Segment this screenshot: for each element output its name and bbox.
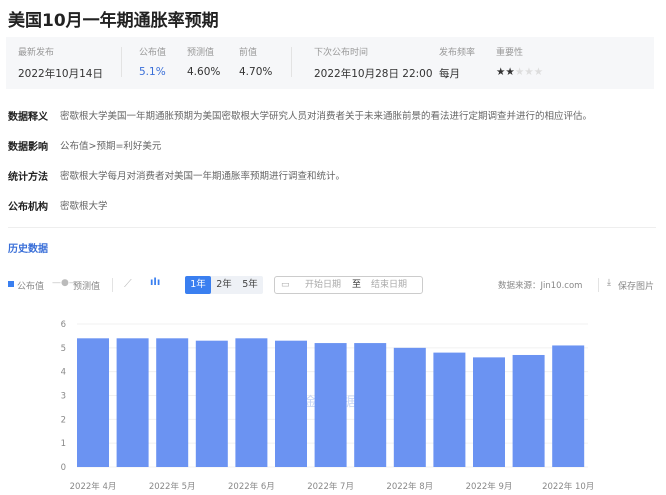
y-tick-label: 3 <box>61 392 66 402</box>
divider <box>291 47 292 77</box>
star-icon: ★ <box>524 66 534 78</box>
divider <box>598 278 599 292</box>
legend-actual-swatch-icon <box>8 281 14 287</box>
y-tick-label: 4 <box>61 368 66 378</box>
importance-stars: ★★★★★ <box>496 66 543 78</box>
info-key: 公布机构 <box>8 202 48 213</box>
end-date[interactable]: 结束日期 <box>371 277 407 293</box>
y-tick-label: 2 <box>61 415 66 425</box>
range-2y-button[interactable]: 2年 <box>211 276 237 294</box>
bar[interactable] <box>235 338 268 467</box>
x-tick-label: 2022年 9月 <box>466 481 513 492</box>
x-tick-label: 2022年 10月 <box>542 481 594 492</box>
bar[interactable] <box>275 340 307 467</box>
save-image-button[interactable]: 保存图片 <box>618 279 654 292</box>
y-tick-label: 5 <box>61 344 66 354</box>
info-value: 密歇根大学 <box>60 201 108 212</box>
page-title: 美国10月一年期通胀率预期 <box>8 11 219 31</box>
data-source: 数据来源：Jin10.com <box>498 281 583 291</box>
actual-value: 5.1% <box>139 66 166 78</box>
x-tick-label: 2022年 6月 <box>228 481 275 492</box>
bar[interactable] <box>512 354 545 467</box>
latest-value: 2022年10月14日 <box>18 68 103 80</box>
x-tick-label: 2022年 8月 <box>386 481 433 492</box>
freq-value: 每月 <box>439 68 460 80</box>
star-icon: ★ <box>533 66 544 78</box>
info-key: 数据影响 <box>8 142 48 153</box>
importance-label: 重要性 <box>496 48 524 58</box>
calendar-icon: ▭ <box>281 280 290 290</box>
divider <box>112 278 113 292</box>
bar-chart-icon[interactable]: ılı <box>150 277 160 288</box>
x-tick-label: 2022年 4月 <box>70 481 117 492</box>
history-heading: 历史数据 <box>8 244 48 255</box>
bar[interactable] <box>393 347 426 467</box>
y-tick-label: 0 <box>61 463 66 473</box>
watermark: 金十数据 <box>304 394 356 410</box>
x-tick-label: 2022年 7月 <box>307 481 354 492</box>
star-icon: ★ <box>514 66 525 78</box>
bar[interactable] <box>195 340 228 467</box>
start-date[interactable]: 开始日期 <box>305 277 341 293</box>
line-chart-icon[interactable]: ⟋ <box>124 277 132 291</box>
info-value: 密歇根大学每月对消费者对美国一年期通胀率预期进行调查和统计。 <box>60 171 346 182</box>
info-value: 公布值>预期=利好美元 <box>60 141 162 152</box>
star-icon: ★ <box>505 66 515 78</box>
date-range-input[interactable]: ▭ 开始日期 至 结束日期 <box>274 276 423 294</box>
bar[interactable] <box>354 343 387 467</box>
bar[interactable] <box>314 343 347 467</box>
summary-panel: 最新发布 2022年10月14日 公布值 5.1% 预测值 4.60% 前值 4.70%… <box>6 37 654 89</box>
legend-forecast[interactable]: 预测值 <box>73 279 100 292</box>
info-key: 统计方法 <box>8 172 48 183</box>
bar[interactable] <box>77 338 109 467</box>
info-value: 密歇根大学美国一年期通胀预期为美国密歇根大学研究人员对消费者关于未来通胀前景的看… <box>60 111 593 122</box>
range-3y-button[interactable]: 5年 <box>237 276 263 294</box>
bar[interactable] <box>552 345 585 467</box>
star-icon: ★ <box>496 66 506 78</box>
y-tick-label: 6 <box>61 320 66 330</box>
download-icon[interactable]: ⤓ <box>607 278 611 288</box>
freq-label: 发布频率 <box>439 48 476 58</box>
to-label: 至 <box>352 280 362 290</box>
bar[interactable] <box>473 357 505 467</box>
previous-label: 前值 <box>239 48 258 58</box>
previous-value: 4.70% <box>239 66 273 78</box>
bar[interactable] <box>116 338 149 467</box>
actual-label: 公布值 <box>139 48 167 58</box>
x-tick-label: 2022年 5月 <box>149 481 196 492</box>
divider <box>121 47 122 77</box>
chart-toolbar: 公布值 —●— 预测值 ⟋ ılı 1年 2年 5年 ▭ 开始日期 至 结束日期 数… <box>0 276 666 296</box>
bar[interactable] <box>433 352 466 467</box>
latest-label: 最新发布 <box>18 48 55 58</box>
bar[interactable] <box>156 338 189 467</box>
forecast-label: 预测值 <box>187 48 215 58</box>
forecast-value: 4.60% <box>187 66 221 78</box>
next-label: 下次公布时间 <box>314 48 369 58</box>
info-key: 数据释义 <box>8 112 48 123</box>
divider <box>8 227 656 228</box>
range-1y-button[interactable]: 1年 <box>185 276 211 294</box>
range-selector: 1年 2年 5年 <box>185 276 263 294</box>
y-tick-label: 1 <box>61 439 66 449</box>
next-value: 2022年10月28日 22:00 <box>314 68 433 80</box>
legend-actual[interactable]: 公布值 <box>17 279 44 292</box>
